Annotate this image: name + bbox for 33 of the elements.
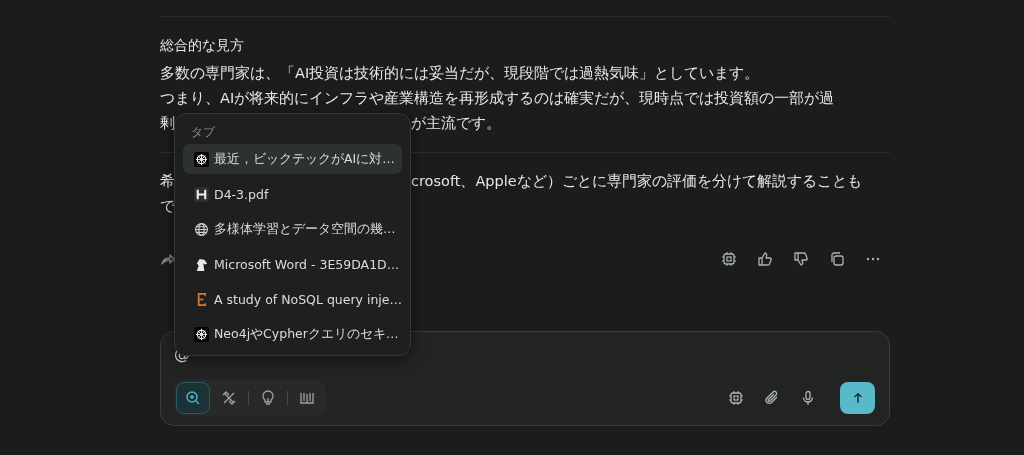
tab-item[interactable]: 最近，ビックテックがAIに対… <box>183 144 402 174</box>
emblem-icon <box>194 326 209 342</box>
tab-item[interactable]: 多様体学習とデータ空間の幾… <box>183 214 402 244</box>
send-button[interactable] <box>840 382 875 414</box>
tab-item[interactable]: A study of NoSQL query inje… <box>183 284 402 314</box>
search-icon <box>185 390 201 406</box>
paragraph-text: 剰 <box>160 114 175 133</box>
chip-icon[interactable] <box>728 390 744 406</box>
paragraph-text: が主流です。 <box>411 114 501 133</box>
microphone-icon[interactable] <box>800 390 816 406</box>
lightbulb-icon <box>260 390 276 406</box>
document-icon <box>194 186 209 202</box>
tab-item[interactable]: D4-3.pdf <box>183 179 402 209</box>
chip-icon[interactable] <box>721 251 737 267</box>
tab-item[interactable]: Microsoft Word - 3E59DA1D… <box>183 249 402 279</box>
section-heading: 総合的な見方 <box>160 36 245 55</box>
emblem-icon <box>194 151 209 167</box>
search-tool-button[interactable] <box>176 382 210 414</box>
horse-icon <box>194 256 209 272</box>
book-icon <box>299 390 315 406</box>
paperclip-icon[interactable] <box>764 390 780 406</box>
paragraph-text: つまり、AIが将来的にインフラや産業構造を再形成するのは確実だが、現時点では投資額の一部が過 <box>160 89 835 108</box>
copy-icon[interactable] <box>829 251 845 267</box>
tab-item[interactable]: Neo4jやCypherクエリのセキ… <box>183 319 402 349</box>
paragraph-text: 多数の専門家は、「AI投資は技術的には妥当だが、現段階では過熱気味」としています。 <box>160 64 760 83</box>
thumbs-down-icon[interactable] <box>793 251 809 267</box>
paragraph-text: で <box>160 197 175 216</box>
crossed-arrows-icon <box>221 390 237 406</box>
paragraph-text: 希 <box>160 172 175 191</box>
thumbs-up-icon[interactable] <box>757 251 773 267</box>
globe-icon <box>194 221 209 237</box>
paragraph-text: crosoft、Appleなど）ごとに専門家の評価を分けて解説することも <box>411 172 862 191</box>
section-label: タブ <box>190 124 216 141</box>
